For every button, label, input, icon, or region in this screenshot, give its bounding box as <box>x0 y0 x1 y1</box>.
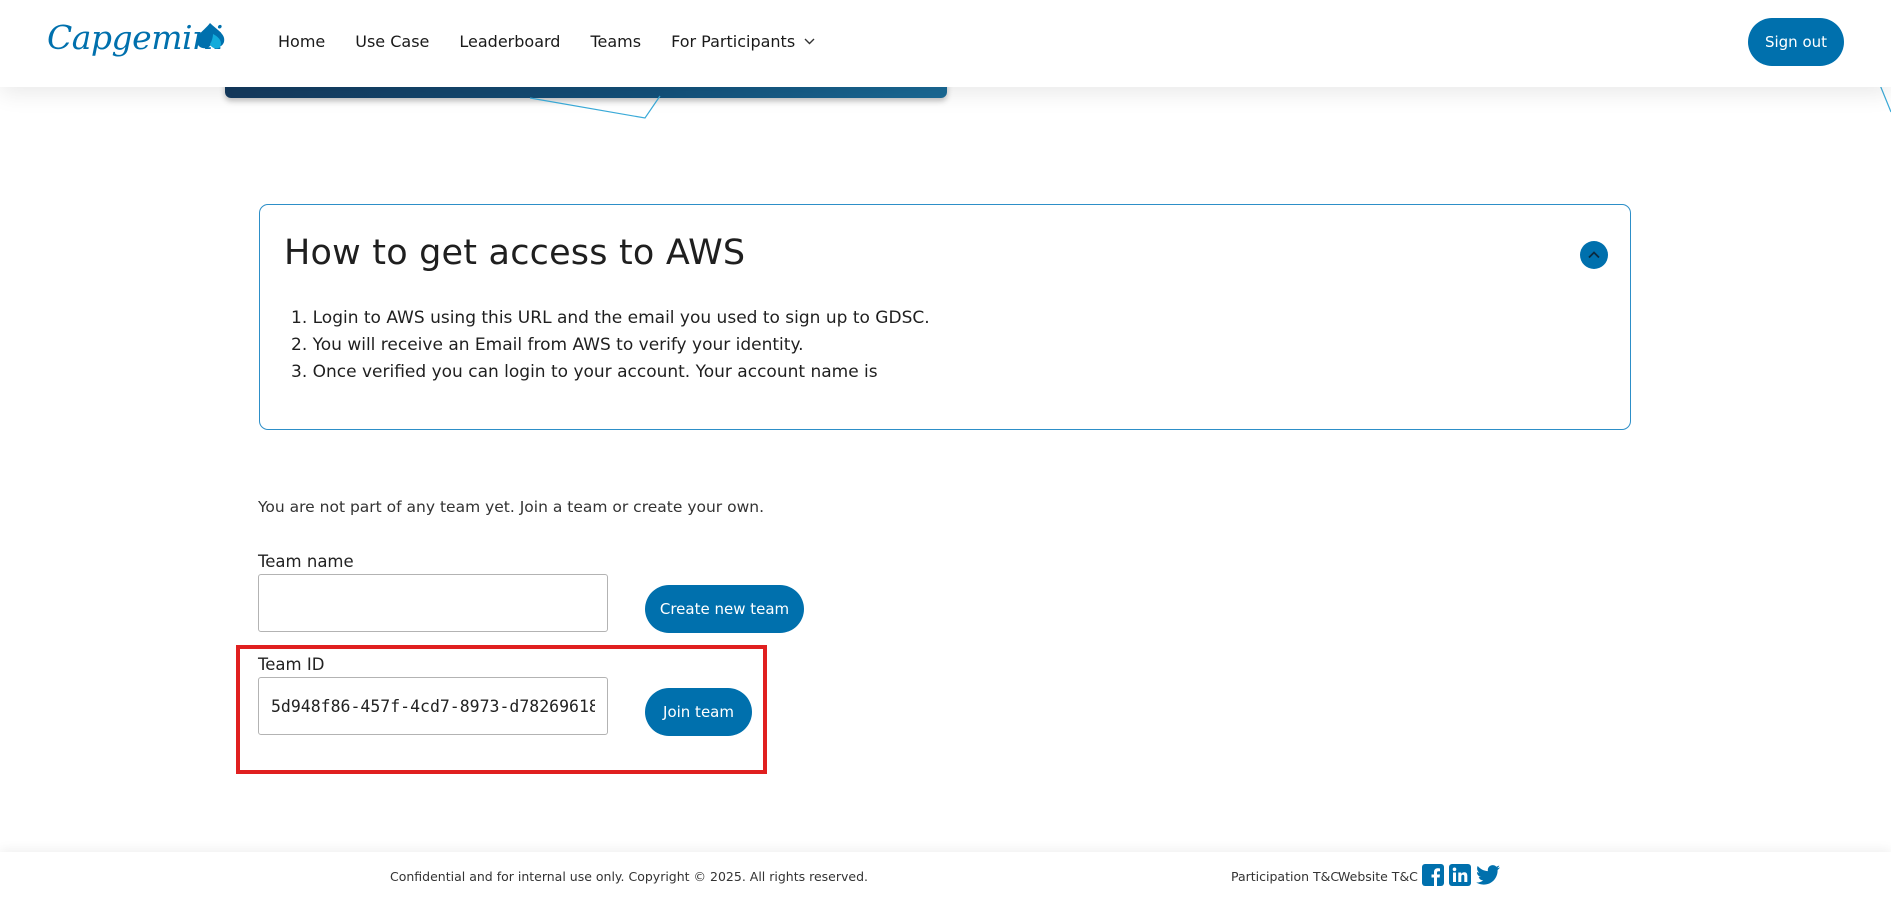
linkedin-icon[interactable] <box>1449 864 1471 886</box>
site-footer: Confidential and for internal use only. … <box>0 852 1891 904</box>
aws-access-accordion: How to get access to AWS 1. Login to AWS… <box>259 204 1631 430</box>
sign-out-button[interactable]: Sign out <box>1748 18 1844 66</box>
nav-home[interactable]: Home <box>278 32 325 51</box>
join-team-button[interactable]: Join team <box>645 688 752 736</box>
aws-step-3: 3. Once verified you can login to your a… <box>291 362 878 382</box>
team-name-input[interactable] <box>258 574 608 632</box>
participation-tc-link[interactable]: Participation T&C <box>1231 869 1339 884</box>
nav-teams[interactable]: Teams <box>590 32 641 51</box>
aws-access-title: How to get access to AWS <box>284 233 746 273</box>
accordion-toggle-button[interactable] <box>1580 241 1608 269</box>
website-tc-link[interactable]: Website T&C <box>1338 869 1418 884</box>
facebook-icon[interactable] <box>1422 864 1444 886</box>
copyright-text: Confidential and for internal use only. … <box>390 869 868 884</box>
create-team-button[interactable]: Create new team <box>645 585 804 633</box>
team-status-text: You are not part of any team yet. Join a… <box>258 498 765 516</box>
nav-use-case[interactable]: Use Case <box>355 32 429 51</box>
nav-leaderboard[interactable]: Leaderboard <box>459 32 560 51</box>
chevron-up-icon <box>1588 251 1600 259</box>
aws-step-2: 2. You will receive an Email from AWS to… <box>291 335 804 355</box>
aws-access-steps: 1. Login to AWS using this URL and the e… <box>291 305 930 386</box>
twitter-icon[interactable] <box>1476 864 1501 886</box>
team-name-label: Team name <box>258 552 354 571</box>
nav-for-participants[interactable]: For Participants <box>671 32 815 51</box>
nav-for-participants-label: For Participants <box>671 32 796 51</box>
spade-icon <box>196 23 225 49</box>
aws-step-1: 1. Login to AWS using this URL and the e… <box>291 308 930 328</box>
chevron-down-icon <box>804 38 815 45</box>
main-nav: Home Use Case Leaderboard Teams For Part… <box>278 32 845 51</box>
site-header: Capgemini Home Use Case Leaderboard Team… <box>0 0 1891 87</box>
team-id-input[interactable] <box>258 677 608 735</box>
team-id-label: Team ID <box>258 655 325 674</box>
